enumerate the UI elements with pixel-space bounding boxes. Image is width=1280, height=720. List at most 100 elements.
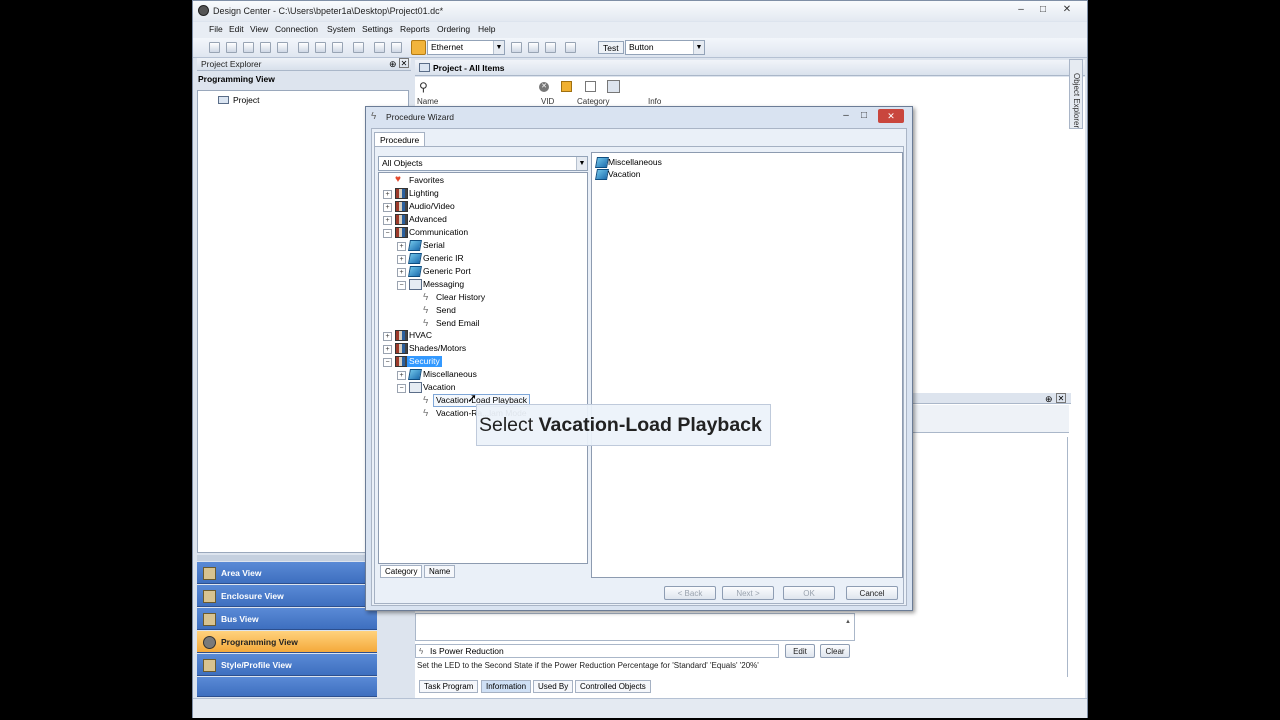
tree-item-advanced[interactable]: Advanced — [409, 214, 447, 225]
dialog-close-button[interactable]: ✕ — [878, 109, 904, 123]
programming-view-button[interactable]: Programming View — [197, 631, 377, 653]
refresh-icon[interactable] — [260, 42, 271, 53]
column-category[interactable]: Category — [577, 97, 609, 106]
tab-used-by[interactable]: Used By — [533, 680, 574, 693]
tool-icon-4[interactable] — [565, 42, 576, 53]
filter-icon[interactable] — [561, 81, 572, 92]
close-button[interactable]: ✕ — [1059, 3, 1075, 17]
cancel-button[interactable]: Cancel — [846, 586, 898, 600]
filter-select[interactable]: All Objects ▼ — [378, 156, 588, 171]
tab-procedure[interactable]: Procedure — [374, 132, 426, 146]
new-file-icon[interactable] — [226, 42, 237, 53]
bus-view-button[interactable]: Bus View — [197, 608, 377, 630]
tab-name[interactable]: Name — [424, 565, 456, 578]
open-icon[interactable] — [243, 42, 254, 53]
expand-icon[interactable]: + — [383, 345, 392, 354]
menu-help[interactable]: Help — [478, 24, 495, 34]
ok-button[interactable]: OK — [783, 586, 835, 600]
tree-item-lighting[interactable]: Lighting — [409, 188, 439, 199]
tree-item-miscellaneous[interactable]: Miscellaneous — [423, 369, 477, 380]
connection-icon[interactable] — [411, 40, 426, 55]
delete-icon[interactable] — [353, 42, 364, 53]
condition-list[interactable] — [415, 613, 855, 641]
minimize-button[interactable]: – — [1013, 3, 1029, 17]
tree-item-communication[interactable]: Communication — [409, 227, 468, 238]
scroll-up-icon[interactable]: ▲ — [845, 619, 851, 625]
test-label[interactable]: Test — [598, 41, 624, 54]
new-icon[interactable] — [209, 42, 220, 53]
paste-icon[interactable] — [332, 42, 343, 53]
tool-icon-3[interactable] — [545, 42, 556, 53]
column-info[interactable]: Info — [648, 97, 661, 106]
menu-file[interactable]: File — [209, 24, 223, 34]
column-name[interactable]: Name — [417, 97, 438, 106]
procedure-list[interactable]: Miscellaneous Vacation — [591, 152, 903, 578]
collapse-icon[interactable]: − — [383, 229, 392, 238]
category-tree[interactable]: ♥ Favorites + Lighting + Audio/Video + A… — [378, 172, 588, 564]
tab-controlled-objects[interactable]: Controlled Objects — [575, 680, 651, 693]
undo-icon[interactable] — [374, 42, 385, 53]
dialog-maximize-button[interactable]: □ — [856, 109, 872, 123]
collapse-icon[interactable]: − — [397, 384, 406, 393]
column-vid[interactable]: VID — [541, 97, 554, 106]
cut-icon[interactable] — [298, 42, 309, 53]
details-icon[interactable] — [607, 80, 620, 93]
expand-icon[interactable]: + — [383, 203, 392, 212]
close-icon[interactable]: ✕ — [399, 58, 409, 68]
tree-item-clear-history[interactable]: Clear History — [436, 292, 485, 303]
expand-icon[interactable]: + — [383, 216, 392, 225]
menu-edit[interactable]: Edit — [229, 24, 244, 34]
view-overflow[interactable] — [197, 677, 377, 697]
tree-item-shades-motors[interactable]: Shades/Motors — [409, 343, 466, 354]
copy-icon[interactable] — [315, 42, 326, 53]
tree-item-audio-video[interactable]: Audio/Video — [409, 201, 455, 212]
close-icon[interactable]: ✕ — [1056, 393, 1066, 403]
pin-icon[interactable]: ⊕ — [1045, 394, 1053, 405]
tab-task-program[interactable]: Task Program — [419, 680, 479, 693]
tool-icon-2[interactable] — [528, 42, 539, 53]
save-icon[interactable] — [277, 42, 288, 53]
pin-icon[interactable]: ⊕ — [389, 59, 397, 70]
condition-field[interactable]: Is Power Reduction — [415, 644, 779, 658]
object-explorer-tab[interactable]: Object Explorer — [1072, 73, 1081, 128]
collapse-icon[interactable]: − — [383, 358, 392, 367]
tree-item-generic-port[interactable]: Generic Port — [423, 266, 471, 277]
style-profile-view-button[interactable]: Style/Profile View — [197, 654, 377, 676]
list-item-miscellaneous[interactable]: Miscellaneous — [608, 157, 662, 168]
test-select[interactable]: Button ▼ — [625, 40, 705, 55]
tab-category[interactable]: Category — [380, 565, 423, 578]
menu-view[interactable]: View — [250, 24, 268, 34]
tree-item-favorites[interactable]: Favorites — [409, 175, 444, 186]
tree-item-project[interactable]: Project — [233, 95, 259, 105]
maximize-button[interactable]: □ — [1035, 3, 1051, 17]
expand-icon[interactable]: + — [397, 255, 406, 264]
area-view-button[interactable]: Area View — [197, 562, 377, 584]
menu-system[interactable]: System — [327, 24, 355, 34]
menu-reports[interactable]: Reports — [400, 24, 430, 34]
tree-item-messaging[interactable]: Messaging — [423, 279, 464, 290]
menu-settings[interactable]: Settings — [362, 24, 393, 34]
expand-icon[interactable]: + — [397, 242, 406, 251]
expand-icon[interactable]: + — [383, 190, 392, 199]
clear-search-icon[interactable]: ✕ — [539, 82, 549, 92]
list-item-vacation[interactable]: Vacation — [608, 169, 640, 180]
tree-item-send-email[interactable]: Send Email — [436, 318, 479, 329]
back-button[interactable]: < Back — [664, 586, 716, 600]
tool-icon-1[interactable] — [511, 42, 522, 53]
tree-item-serial[interactable]: Serial — [423, 240, 445, 251]
dialog-minimize-button[interactable]: – — [838, 109, 854, 123]
expand-icon[interactable]: + — [397, 371, 406, 380]
expand-icon[interactable]: + — [397, 268, 406, 277]
enclosure-view-button[interactable]: Enclosure View — [197, 585, 377, 607]
collapse-icon[interactable]: − — [397, 281, 406, 290]
clear-button[interactable]: Clear — [820, 644, 850, 658]
search-icon[interactable]: ⚲ — [419, 80, 428, 94]
tree-item-security[interactable]: Security — [407, 356, 442, 367]
edit-button[interactable]: Edit — [785, 644, 815, 658]
view-toggle-icon[interactable] — [585, 81, 596, 92]
connection-select[interactable]: Ethernet ▼ — [427, 40, 505, 55]
menu-ordering[interactable]: Ordering — [437, 24, 470, 34]
expand-icon[interactable]: + — [383, 332, 392, 341]
redo-icon[interactable] — [391, 42, 402, 53]
next-button[interactable]: Next > — [722, 586, 774, 600]
